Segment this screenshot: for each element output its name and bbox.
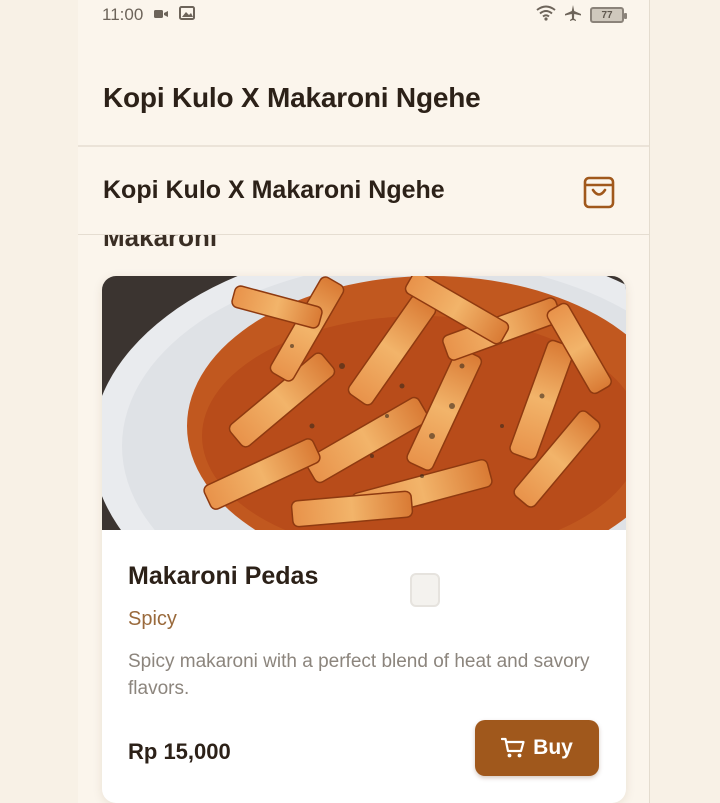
product-price: Rp 15,000 (128, 739, 231, 764)
product-card[interactable]: Makaroni Pedas Spicy Spicy makaroni with… (102, 276, 626, 803)
app-bar: Kopi Kulo X Makaroni Ngehe (78, 52, 649, 144)
product-tag: Spicy (128, 608, 177, 630)
store-header: Kopi Kulo X Makaroni Ngehe (78, 147, 649, 235)
product-description: Spicy makaroni with a perfect blend of h… (128, 651, 590, 699)
app-screen: 11:00 77 Kopi Kulo X Makaroni Ngehe Kopi… (78, 0, 650, 803)
product-image (102, 276, 626, 530)
page-title: Kopi Kulo X Makaroni Ngehe (103, 82, 481, 113)
status-time: 11:00 (102, 5, 144, 24)
status-right: 77 (536, 4, 627, 27)
status-bar: 11:00 77 (78, 0, 649, 30)
product-info: Makaroni Pedas Spicy Spicy makaroni with… (102, 530, 626, 803)
airplane-icon (564, 4, 582, 27)
shopping-bag-icon (583, 176, 615, 208)
product-name: Makaroni Pedas (128, 562, 319, 590)
buy-button[interactable]: Buy (475, 720, 599, 776)
gallery-icon (179, 5, 196, 25)
video-icon (153, 5, 169, 25)
store-title: Kopi Kulo X Makaroni Ngehe (103, 176, 445, 204)
cart-button[interactable] (580, 172, 618, 210)
battery-icon: 77 (590, 7, 627, 23)
status-left: 11:00 (102, 5, 196, 25)
cart-icon (501, 737, 525, 758)
buy-button-label: Buy (533, 736, 573, 759)
wifi-icon (536, 5, 556, 26)
touch-indicator (410, 573, 440, 607)
